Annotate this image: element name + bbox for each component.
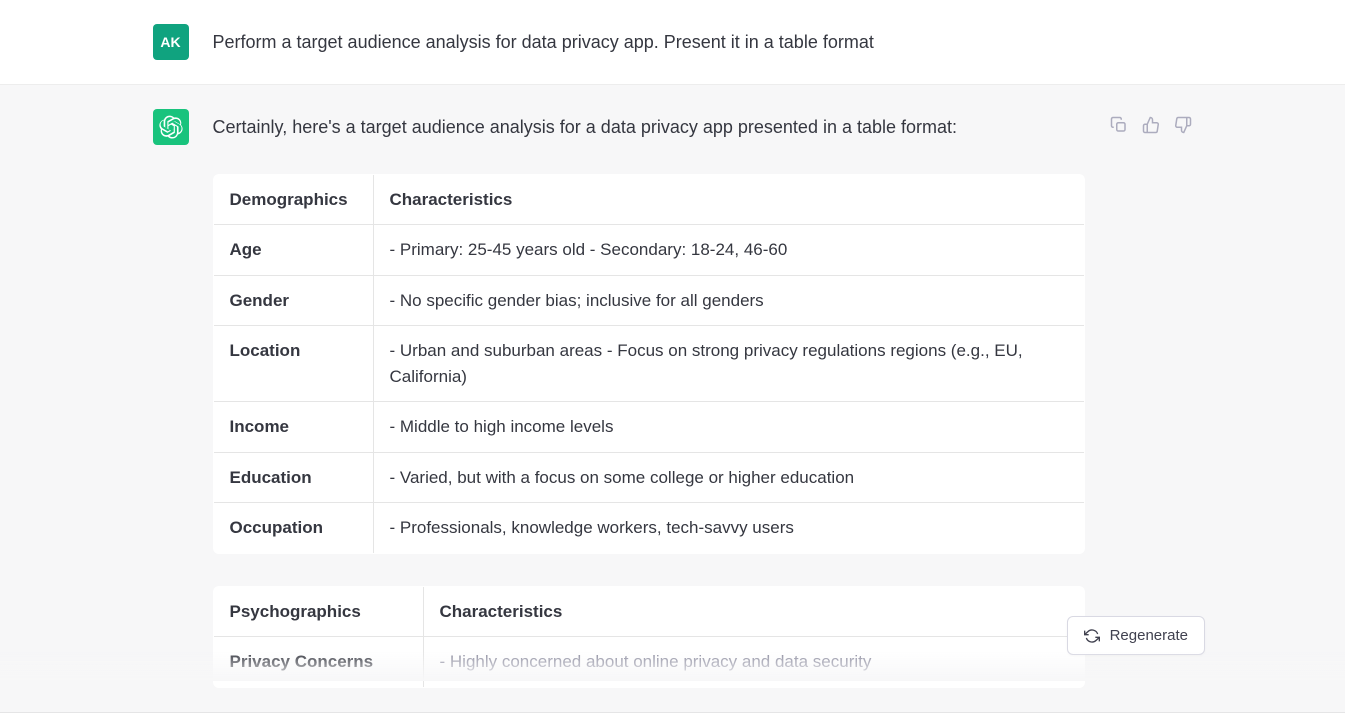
user-message-text: Perform a target audience analysis for d… <box>213 28 1193 57</box>
demographics-table: Demographics Characteristics Age - Prima… <box>213 174 1085 554</box>
row-label: Income <box>213 402 373 453</box>
row-value: - Middle to high income levels <box>373 402 1084 453</box>
regenerate-button[interactable]: Regenerate <box>1067 616 1205 655</box>
user-avatar: AK <box>153 24 189 60</box>
row-label: Occupation <box>213 503 373 554</box>
conversation: AK Perform a target audience analysis fo… <box>0 0 1345 713</box>
row-value: - Professionals, knowledge workers, tech… <box>373 503 1084 554</box>
message-actions <box>1109 109 1193 688</box>
table-row: Gender - No specific gender bias; inclus… <box>213 275 1084 326</box>
table-header-col2: Characteristics <box>373 174 1084 225</box>
row-value: - No specific gender bias; inclusive for… <box>373 275 1084 326</box>
regenerate-label: Regenerate <box>1110 627 1188 644</box>
assistant-avatar <box>153 109 189 145</box>
row-label: Age <box>213 225 373 276</box>
row-value: - Primary: 25-45 years old - Secondary: … <box>373 225 1084 276</box>
row-label: Location <box>213 326 373 402</box>
table-row: Location - Urban and suburban areas - Fo… <box>213 326 1084 402</box>
table-header-row: Psychographics Characteristics <box>213 586 1084 637</box>
row-label: Gender <box>213 275 373 326</box>
table-row: Occupation - Professionals, knowledge wo… <box>213 503 1084 554</box>
psychographics-table: Psychographics Characteristics Privacy C… <box>213 586 1085 688</box>
table-row: Education - Varied, but with a focus on … <box>213 452 1084 503</box>
table-row: Age - Primary: 25-45 years old - Seconda… <box>213 225 1084 276</box>
table-row: Income - Middle to high income levels <box>213 402 1084 453</box>
table-header-col1: Psychographics <box>213 586 423 637</box>
refresh-icon <box>1084 628 1100 644</box>
copy-icon[interactable] <box>1109 115 1129 135</box>
row-label: Privacy Concerns <box>213 637 423 688</box>
table-header-row: Demographics Characteristics <box>213 174 1084 225</box>
assistant-intro-text: Certainly, here's a target audience anal… <box>213 113 1085 142</box>
user-message-row: AK Perform a target audience analysis fo… <box>0 0 1345 85</box>
thumbs-down-icon[interactable] <box>1173 115 1193 135</box>
thumbs-up-icon[interactable] <box>1141 115 1161 135</box>
row-value: - Urban and suburban areas - Focus on st… <box>373 326 1084 402</box>
table-header-col1: Demographics <box>213 174 373 225</box>
row-value: - Varied, but with a focus on some colle… <box>373 452 1084 503</box>
row-label: Education <box>213 452 373 503</box>
openai-logo-icon <box>159 115 183 139</box>
row-value: - Highly concerned about online privacy … <box>423 637 1084 688</box>
table-header-col2: Characteristics <box>423 586 1084 637</box>
table-row: Privacy Concerns - Highly concerned abou… <box>213 637 1084 688</box>
